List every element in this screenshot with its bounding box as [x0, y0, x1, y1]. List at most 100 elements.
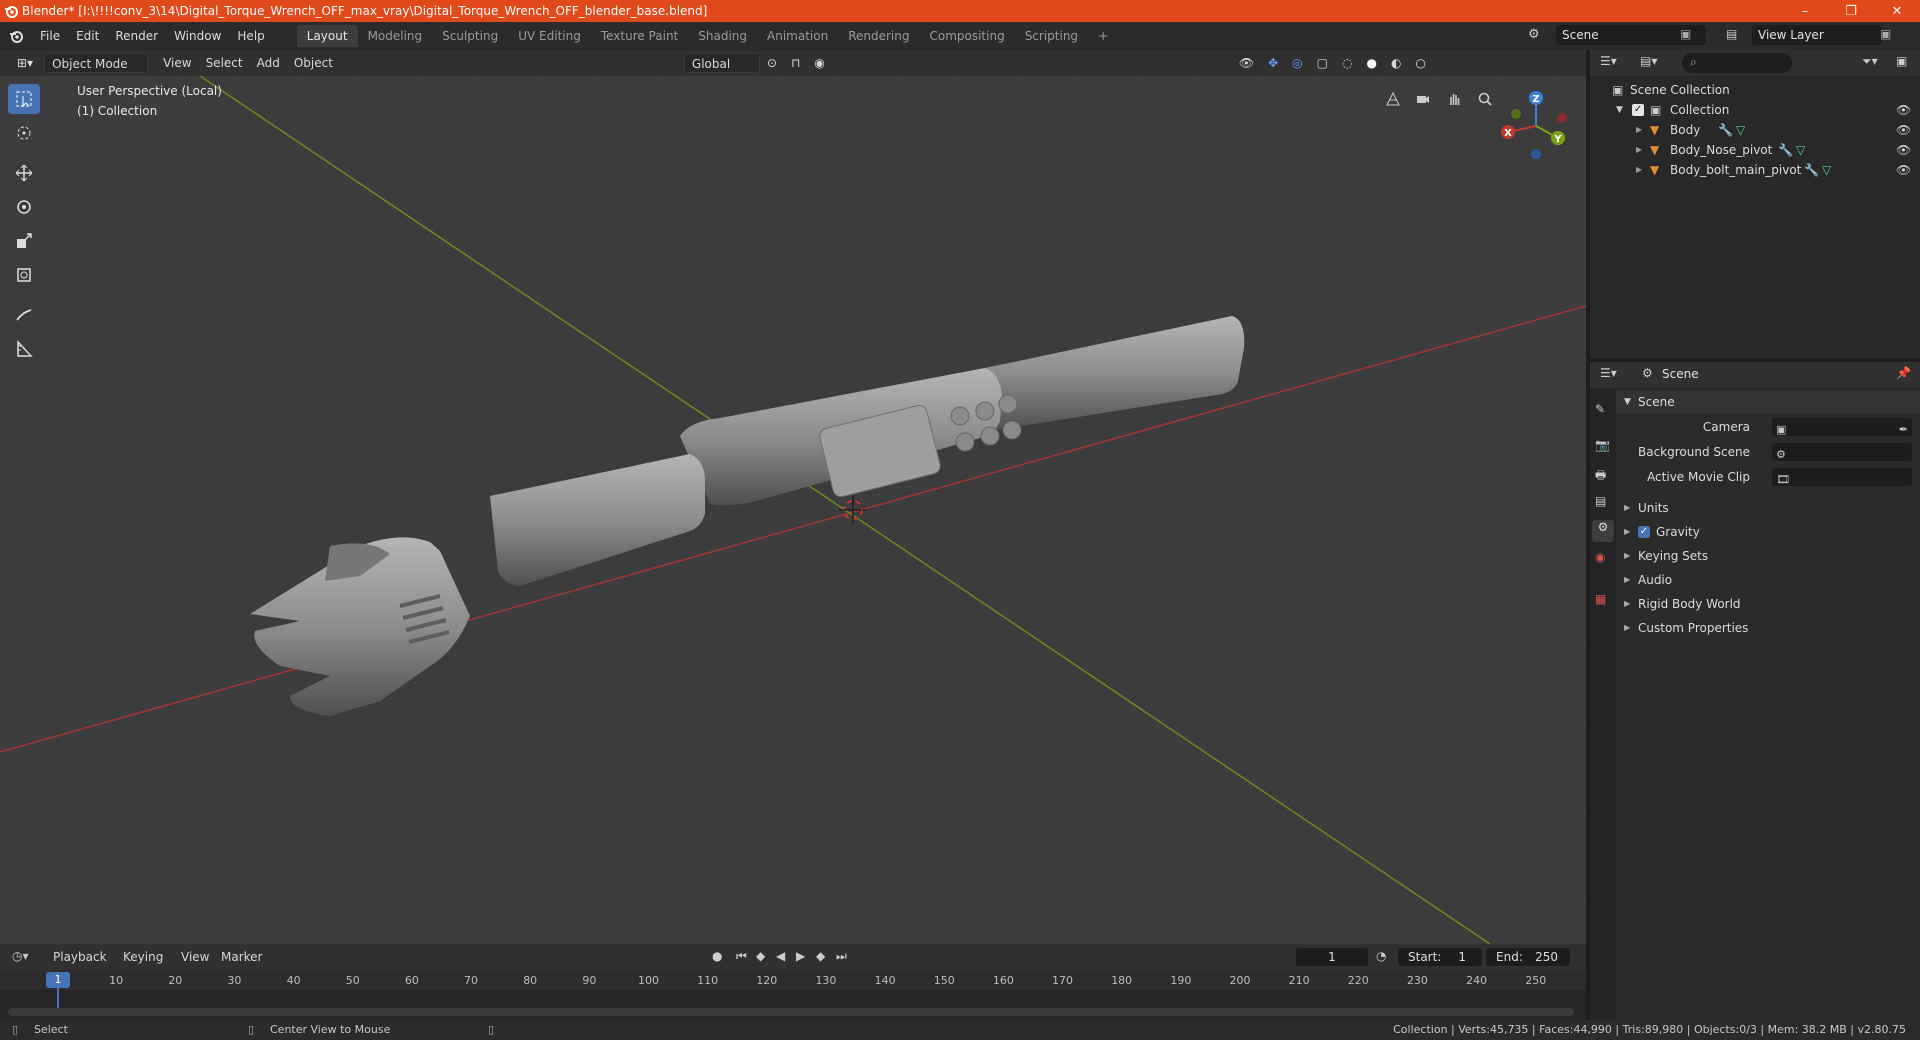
properties-editor-type-icon[interactable]: ☰▾: [1600, 366, 1617, 380]
eye-icon[interactable]: 👁: [1896, 160, 1911, 180]
measure-tool-icon[interactable]: [8, 334, 40, 364]
overlays-icon[interactable]: ◎: [1285, 53, 1309, 73]
menu-keying[interactable]: Keying: [116, 947, 170, 967]
eye-icon[interactable]: 👁: [1896, 100, 1911, 120]
annotate-tool-icon[interactable]: [8, 300, 40, 330]
menu-render[interactable]: Render: [107, 25, 166, 47]
outliner-row-object[interactable]: ▶ ▼ Body_bolt_main_pivot 🔧 ▽ 👁: [1590, 160, 1920, 180]
tab-modeling[interactable]: Modeling: [358, 25, 433, 47]
world-tab-icon[interactable]: ◉: [1595, 550, 1605, 564]
menu-help[interactable]: Help: [229, 25, 272, 47]
maximize-button[interactable]: ❐: [1828, 0, 1874, 22]
tab-sculpting[interactable]: Sculpting: [432, 25, 508, 47]
next-keyframe-button[interactable]: ◆: [816, 949, 825, 963]
stopwatch-icon[interactable]: ◔: [1376, 949, 1386, 963]
tab-texture-paint[interactable]: Texture Paint: [591, 25, 688, 47]
proportional-edit-icon[interactable]: ◉: [807, 53, 831, 73]
view-layer-icon[interactable]: ▤: [1726, 27, 1737, 41]
prev-keyframe-button[interactable]: ◆: [756, 949, 765, 963]
new-scene-icon[interactable]: ▣: [1680, 27, 1691, 41]
keying-sets-panel-header[interactable]: ▶ Keying Sets: [1616, 545, 1920, 567]
rigid-body-world-panel-header[interactable]: ▶ Rigid Body World: [1616, 593, 1920, 615]
menu-object[interactable]: Object: [287, 53, 340, 73]
rotate-tool-icon[interactable]: [8, 192, 40, 222]
play-reverse-button[interactable]: ◀: [776, 949, 785, 963]
tab-compositing[interactable]: Compositing: [919, 25, 1014, 47]
timeline-editor-type-icon[interactable]: ◷▾: [12, 949, 29, 963]
background-scene-field[interactable]: ⚙: [1772, 443, 1912, 461]
scale-tool-icon[interactable]: [8, 226, 40, 256]
outliner-editor-type-icon[interactable]: ☰▾: [1600, 54, 1617, 68]
current-frame-field[interactable]: 1: [1296, 948, 1368, 966]
record-button[interactable]: ●: [712, 949, 722, 963]
solid-shading-icon[interactable]: ●: [1359, 53, 1383, 73]
jump-end-button[interactable]: ⏭: [836, 949, 847, 964]
timeline-panel[interactable]: 1102030405060708090100110120130140150160…: [0, 970, 1586, 1020]
gravity-panel-header[interactable]: ▶ ✓ Gravity: [1616, 521, 1920, 543]
move-tool-icon[interactable]: [8, 158, 40, 188]
scene-tab-icon[interactable]: ⚙: [1592, 520, 1614, 542]
outliner-row-object[interactable]: ▶ ▼ Body_Nose_pivot 🔧 ▽ 👁: [1590, 140, 1920, 160]
view-layer-selector[interactable]: View Layer: [1752, 25, 1882, 45]
audio-panel-header[interactable]: ▶ Audio: [1616, 569, 1920, 591]
visibility-icon[interactable]: 👁: [1232, 53, 1261, 73]
select-box-tool-icon[interactable]: [8, 84, 40, 114]
tool-tab-icon[interactable]: ✎: [1595, 402, 1605, 416]
menu-view[interactable]: View: [156, 53, 198, 73]
menu-edit[interactable]: Edit: [68, 25, 107, 47]
tab-layout[interactable]: Layout: [296, 25, 358, 47]
outliner-search-input[interactable]: ⌕: [1682, 53, 1792, 73]
mode-selector[interactable]: Object Mode: [44, 53, 149, 73]
eye-icon[interactable]: 👁: [1896, 120, 1911, 140]
custom-properties-panel-header[interactable]: ▶ Custom Properties: [1616, 617, 1920, 639]
blender-menu-icon[interactable]: [0, 29, 32, 43]
zoom-icon[interactable]: [1472, 86, 1498, 112]
tab-animation[interactable]: Animation: [757, 25, 838, 47]
pan-hand-icon[interactable]: [1441, 86, 1467, 112]
menu-window[interactable]: Window: [166, 25, 229, 47]
xray-icon[interactable]: ▢: [1310, 53, 1335, 73]
outliner-row-collection[interactable]: ▼ ✓ ▣ Collection 👁: [1590, 100, 1920, 120]
eyedropper-icon[interactable]: ✒: [1899, 419, 1908, 441]
expand-arrow-icon[interactable]: ▶: [1636, 140, 1642, 160]
expand-arrow-icon[interactable]: ▶: [1636, 120, 1642, 140]
editor-type-icon[interactable]: ⊞▾: [10, 53, 40, 73]
3d-viewport[interactable]: User Perspective (Local) (1) Collection …: [0, 76, 1586, 944]
menu-timeline-view[interactable]: View: [174, 947, 216, 967]
collection-checkbox[interactable]: ✓: [1632, 104, 1644, 116]
play-button[interactable]: ▶: [796, 949, 805, 963]
menu-file[interactable]: File: [32, 25, 68, 47]
transform-orientation-selector[interactable]: Global: [683, 53, 760, 73]
new-collection-icon[interactable]: ▣: [1896, 54, 1907, 68]
menu-playback[interactable]: Playback: [46, 947, 114, 967]
output-tab-icon[interactable]: 🖶: [1595, 466, 1606, 487]
active-movie-clip-field[interactable]: 🎞: [1772, 468, 1912, 486]
display-mode-icon[interactable]: ▤▾: [1640, 54, 1657, 68]
expand-arrow-icon[interactable]: ▼: [1616, 100, 1623, 120]
tab-rendering[interactable]: Rendering: [838, 25, 919, 47]
menu-add[interactable]: Add: [250, 53, 287, 73]
tab-uv-editing[interactable]: UV Editing: [508, 25, 591, 47]
pin-icon[interactable]: 📌: [1896, 366, 1911, 380]
camera-field[interactable]: ▣ ✒: [1772, 418, 1912, 436]
tab-shading[interactable]: Shading: [688, 25, 757, 47]
snap-icon[interactable]: ⊓: [784, 53, 807, 73]
filter-icon[interactable]: ⏷▾: [1862, 54, 1878, 69]
render-tab-icon[interactable]: 📷: [1595, 438, 1610, 452]
timeline-scrollbar[interactable]: [8, 1008, 1574, 1016]
menu-marker[interactable]: Marker: [214, 947, 269, 967]
menu-select[interactable]: Select: [199, 53, 250, 73]
jump-start-button[interactable]: ⏮: [736, 949, 747, 964]
transform-tool-icon[interactable]: [8, 260, 40, 290]
expand-arrow-icon[interactable]: ▶: [1636, 160, 1642, 180]
outliner-row-scene-collection[interactable]: ▣ Scene Collection: [1590, 80, 1920, 100]
tab-scripting[interactable]: Scripting: [1015, 25, 1088, 47]
scene-type-icon[interactable]: ⚙: [1528, 27, 1540, 42]
toggle-camera-view-icon[interactable]: [1380, 86, 1406, 112]
material-shading-icon[interactable]: ◐: [1384, 53, 1408, 73]
camera-icon[interactable]: [1410, 86, 1436, 112]
rendered-shading-icon[interactable]: ○: [1408, 53, 1432, 73]
navigation-gizmo[interactable]: X Y Z: [1496, 86, 1576, 166]
units-panel-header[interactable]: ▶ Units: [1616, 497, 1920, 519]
end-frame-field[interactable]: End: 250: [1486, 948, 1570, 966]
